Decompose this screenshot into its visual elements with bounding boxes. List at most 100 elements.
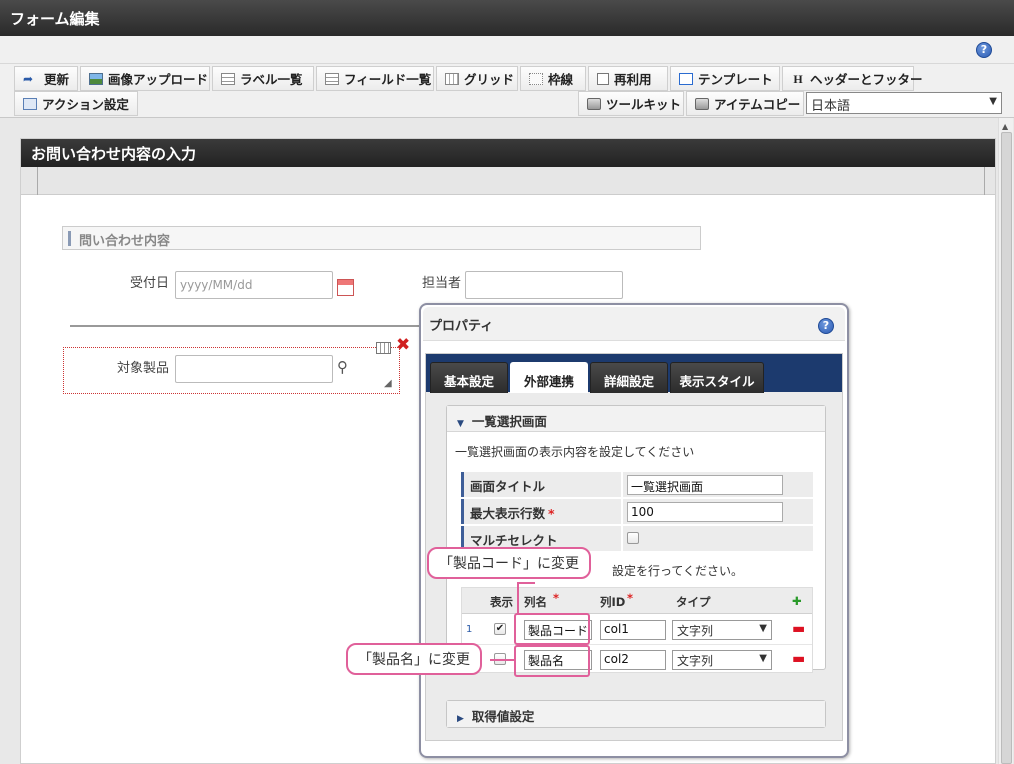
- remove-row-icon[interactable]: ▬: [792, 621, 805, 637]
- tab-display-style[interactable]: 表示スタイル: [670, 362, 764, 393]
- chevron-down-icon: ▼: [759, 653, 767, 664]
- columns-note: 設定を行ってください。: [612, 564, 744, 578]
- product-input[interactable]: [175, 355, 333, 383]
- grid-icon: [445, 72, 459, 85]
- image-upload-label: 画像アップロード: [108, 72, 209, 87]
- property-value-cell: 一覧選択画面: [623, 472, 813, 497]
- search-icon[interactable]: ⚲: [337, 359, 353, 375]
- divider: [984, 167, 985, 195]
- col-header-id: 列ID: [600, 595, 626, 609]
- label-list-label: ラベル一覧: [240, 72, 303, 87]
- col-header-type: タイプ: [676, 595, 711, 609]
- tab-bar: 基本設定 外部連携 詳細設定 表示スタイル: [426, 354, 842, 393]
- action-settings-button[interactable]: アクション設定: [14, 91, 138, 116]
- item-copy-label: アイテムコピー: [714, 97, 801, 112]
- form-subheader: [21, 167, 995, 195]
- required-mark: *: [548, 506, 555, 521]
- col-header-display: 表示: [490, 595, 513, 609]
- reception-date-input[interactable]: yyyy/MM/dd: [175, 271, 333, 299]
- remove-row-icon[interactable]: ▬: [792, 651, 805, 667]
- field-list-button[interactable]: フィールド一覧: [316, 66, 434, 91]
- header-footer-button[interactable]: H ヘッダーとフッター: [782, 66, 923, 91]
- list-section: ▼ 一覧選択画面 一覧選択画面の表示内容を設定してください 画面タイトル 一覧選択…: [446, 405, 826, 673]
- property-value-cell: 100: [623, 499, 813, 524]
- toolkit-button[interactable]: ツールキット: [578, 91, 684, 116]
- field-list-icon: [325, 72, 339, 85]
- reuse-button[interactable]: 再利用: [588, 66, 668, 91]
- list-section-title: 一覧選択画面: [471, 414, 547, 429]
- section-title: 問い合わせ内容: [62, 226, 701, 250]
- column-id-input[interactable]: col2: [600, 650, 666, 670]
- highlight-box: [514, 645, 590, 677]
- language-value: 日本語: [811, 99, 851, 114]
- list-section-description: 一覧選択画面の表示内容を設定してください: [455, 445, 695, 459]
- screen-title-input[interactable]: 一覧選択画面: [627, 475, 783, 495]
- column-type-select[interactable]: 文字列 ▼: [672, 650, 772, 670]
- template-icon: [679, 72, 693, 85]
- value-section[interactable]: ▶ 取得値設定: [446, 700, 826, 728]
- label-list-icon: [221, 72, 235, 85]
- chevron-right-icon: ▶: [457, 714, 464, 724]
- scroll-up-icon[interactable]: ▲: [1002, 122, 1008, 131]
- max-rows-input[interactable]: 100: [627, 502, 783, 522]
- header-footer-label: ヘッダーとフッター: [810, 72, 923, 87]
- column-id-input[interactable]: col1: [600, 620, 666, 640]
- help-icon[interactable]: ?: [818, 318, 834, 334]
- property-row: 画面タイトル 一覧選択画面: [461, 472, 813, 497]
- toolkit-label: ツールキット: [606, 97, 682, 112]
- scroll-thumb[interactable]: [1001, 132, 1012, 764]
- multi-select-checkbox[interactable]: [627, 532, 639, 544]
- add-row-icon[interactable]: ✚: [792, 594, 802, 608]
- help-strip: ?: [0, 36, 1014, 64]
- list-section-header[interactable]: ▼ 一覧選択画面: [447, 406, 825, 432]
- tab-basic[interactable]: 基本設定: [430, 362, 508, 393]
- panel-title: プロパティ: [429, 319, 494, 334]
- column-type-select[interactable]: 文字列 ▼: [672, 620, 772, 640]
- update-label: 更新: [44, 72, 70, 87]
- grid-button[interactable]: グリッド: [436, 66, 518, 91]
- action-settings-label: アクション設定: [42, 97, 129, 112]
- required-mark: *: [627, 591, 634, 605]
- column-type-value: 文字列: [677, 624, 714, 638]
- grid-icon[interactable]: [376, 342, 391, 354]
- value-section-header[interactable]: ▶ 取得値設定: [447, 701, 825, 727]
- template-button[interactable]: テンプレート: [670, 66, 780, 91]
- action-icon: [23, 97, 37, 110]
- close-icon[interactable]: ✖: [396, 337, 410, 354]
- required-mark: *: [553, 591, 560, 605]
- border-button[interactable]: 枠線: [520, 66, 586, 91]
- tab-detail[interactable]: 詳細設定: [590, 362, 668, 393]
- divider: [70, 325, 430, 327]
- border-icon: [529, 72, 543, 85]
- resize-handle-icon[interactable]: ◢: [384, 378, 392, 389]
- property-row: 最大表示行数 * 100: [461, 499, 813, 524]
- toolbar: ➦ 更新 画像アップロード ラベル一覧 フィールド一覧 グリッド 枠線 再利用 …: [0, 64, 1014, 118]
- grid-label: グリッド: [464, 72, 515, 87]
- tab-external[interactable]: 外部連携: [510, 362, 588, 393]
- chevron-down-icon: ▼: [989, 96, 997, 107]
- callout-connector: [490, 659, 516, 661]
- property-panel: プロパティ ? 基本設定 外部連携 詳細設定 表示スタイル ▼ 一覧選択画面 一覧…: [419, 303, 849, 758]
- language-select[interactable]: 日本語 ▼: [806, 92, 1002, 114]
- image-upload-button[interactable]: 画像アップロード: [80, 66, 210, 91]
- highlight-box: [514, 613, 590, 645]
- help-icon[interactable]: ?: [976, 42, 992, 58]
- item-copy-button[interactable]: アイテムコピー: [686, 91, 804, 116]
- max-rows-label: 最大表示行数: [470, 506, 546, 521]
- value-section-title: 取得値設定: [471, 709, 535, 724]
- column-table-header: 表示 列名 * 列ID * タイプ ✚: [462, 588, 812, 614]
- chevron-down-icon: ▼: [457, 419, 464, 429]
- display-checkbox[interactable]: ✔: [494, 623, 506, 635]
- property-value-cell: [623, 526, 813, 551]
- calendar-icon[interactable]: [337, 279, 354, 296]
- template-label: テンプレート: [698, 72, 773, 87]
- update-icon: ➦: [23, 71, 34, 86]
- reception-date-label: 受付日: [130, 276, 170, 291]
- vertical-scrollbar[interactable]: ▲: [998, 118, 1013, 764]
- label-list-button[interactable]: ラベル一覧: [212, 66, 314, 91]
- update-button[interactable]: ➦ 更新: [14, 66, 78, 91]
- header-footer-icon: H: [793, 71, 803, 86]
- assignee-label: 担当者: [422, 276, 462, 291]
- assignee-input[interactable]: [465, 271, 623, 299]
- toolkit-icon: [587, 97, 601, 110]
